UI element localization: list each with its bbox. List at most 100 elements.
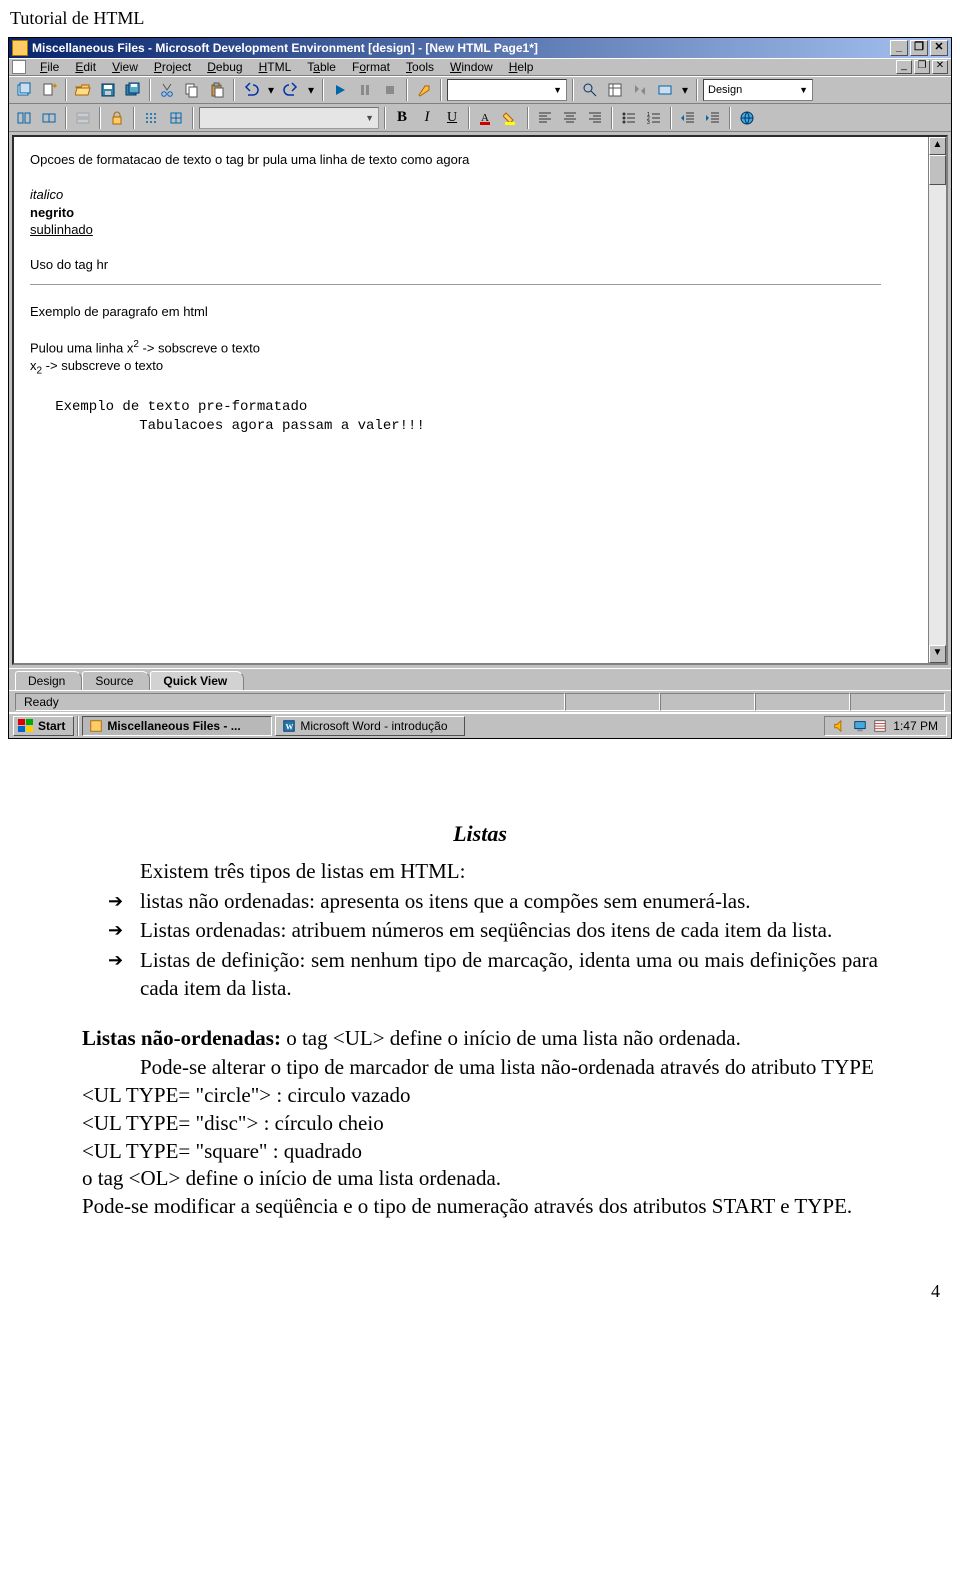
- breakpoint-icon[interactable]: [413, 79, 435, 101]
- editor-viewport[interactable]: Opcoes de formatacao de texto o tag br p…: [12, 135, 948, 665]
- number-list-icon[interactable]: 123: [643, 107, 665, 129]
- close-button[interactable]: ✕: [930, 40, 948, 56]
- start-icon[interactable]: [329, 79, 351, 101]
- tray-clock: 1:47 PM: [893, 719, 938, 733]
- save-all-icon[interactable]: [122, 79, 144, 101]
- menu-html[interactable]: HTML: [251, 59, 300, 75]
- tray-volume-icon[interactable]: [833, 719, 847, 733]
- align-right-icon[interactable]: [584, 107, 606, 129]
- status-cell: [850, 693, 945, 711]
- italic-button[interactable]: I: [416, 107, 438, 129]
- pause-icon[interactable]: [354, 79, 376, 101]
- align-table-icon[interactable]: [13, 107, 35, 129]
- menu-debug[interactable]: Debug: [199, 59, 250, 75]
- bullet-list-icon[interactable]: [618, 107, 640, 129]
- status-cell: [660, 693, 755, 711]
- taskbar-app-ide[interactable]: Miscellaneous Files - ...: [82, 716, 272, 736]
- paste-icon[interactable]: [206, 79, 228, 101]
- backcolor-icon[interactable]: [500, 107, 522, 129]
- svg-text:3: 3: [647, 120, 650, 126]
- undo-drop-icon[interactable]: ▾: [265, 79, 277, 101]
- standard-toolbar: ✦ ▾ ▾ ▼ ▾ Design ▼: [9, 76, 951, 104]
- tray-task-icon[interactable]: [873, 719, 887, 733]
- vertical-scrollbar[interactable]: ▲ ▼: [928, 137, 946, 663]
- windows-logo-icon: [18, 719, 34, 733]
- open-icon[interactable]: [72, 79, 94, 101]
- stop-icon[interactable]: [379, 79, 401, 101]
- view-mode-dropdown[interactable]: Design ▼: [703, 79, 813, 101]
- ul-type-disc: <UL TYPE= "disc"> : círculo cheio: [82, 1110, 878, 1138]
- insert-row-icon[interactable]: [72, 107, 94, 129]
- maximize-button[interactable]: ❐: [910, 40, 928, 56]
- lock-icon[interactable]: [106, 107, 128, 129]
- menu-project[interactable]: Project: [146, 59, 199, 75]
- new-project-icon[interactable]: [13, 79, 35, 101]
- add-item-icon[interactable]: ✦: [38, 79, 60, 101]
- svg-text:W: W: [286, 723, 294, 732]
- tab-design[interactable]: Design: [15, 671, 82, 690]
- scroll-up-icon[interactable]: ▲: [929, 137, 946, 155]
- menu-window[interactable]: Window: [442, 59, 501, 75]
- start-button[interactable]: Start: [13, 716, 74, 736]
- properties-icon[interactable]: [604, 79, 626, 101]
- save-icon[interactable]: [97, 79, 119, 101]
- copy-icon[interactable]: [181, 79, 203, 101]
- toggle-drop-icon[interactable]: ▾: [679, 79, 691, 101]
- tab-source[interactable]: Source: [82, 671, 150, 690]
- undo-icon[interactable]: [240, 79, 262, 101]
- minimize-button[interactable]: _: [890, 40, 908, 56]
- scroll-thumb[interactable]: [929, 155, 946, 185]
- find-icon[interactable]: [579, 79, 601, 101]
- ed-para-ex: Exemplo de paragrafo em html: [30, 303, 926, 321]
- scroll-down-icon[interactable]: ▼: [929, 645, 946, 663]
- taskbar-app-word[interactable]: W Microsoft Word - introdução: [275, 716, 465, 736]
- find-dropdown[interactable]: ▼: [447, 79, 567, 101]
- status-bar: Ready: [9, 690, 951, 712]
- document-body: Listas Existem três tipos de listas em H…: [0, 739, 960, 1251]
- snap-grid-icon[interactable]: [140, 107, 162, 129]
- mdi-minimize-button[interactable]: _: [896, 60, 912, 74]
- ide-window: Miscellaneous Files - Microsoft Developm…: [8, 37, 952, 739]
- grid-icon[interactable]: [165, 107, 187, 129]
- titlebar: Miscellaneous Files - Microsoft Developm…: [9, 38, 951, 58]
- tab-quickview[interactable]: Quick View: [150, 671, 244, 690]
- tray-display-icon[interactable]: [853, 719, 867, 733]
- ed-underline: sublinhado: [30, 221, 926, 239]
- view-mode-text: Design: [708, 84, 742, 96]
- bold-button[interactable]: B: [391, 107, 413, 129]
- taskbar: Start Miscellaneous Files - ... W Micros…: [9, 712, 951, 738]
- ed-hr: [30, 284, 881, 285]
- menu-edit[interactable]: Edit: [67, 59, 104, 75]
- underline-button[interactable]: U: [441, 107, 463, 129]
- link-icon[interactable]: [736, 107, 758, 129]
- align-left-icon[interactable]: [534, 107, 556, 129]
- mdi-close-button[interactable]: ✕: [932, 60, 948, 74]
- system-tray: 1:47 PM: [824, 716, 947, 736]
- cut-icon[interactable]: [156, 79, 178, 101]
- toggle-icon[interactable]: [654, 79, 676, 101]
- menu-format[interactable]: Format: [344, 59, 398, 75]
- style-dropdown[interactable]: ▼: [199, 107, 379, 129]
- menu-file[interactable]: File: [32, 59, 67, 75]
- menu-table[interactable]: Table: [299, 59, 344, 75]
- menu-tools[interactable]: Tools: [398, 59, 442, 75]
- app-icon: [12, 40, 28, 56]
- indent-icon[interactable]: [702, 107, 724, 129]
- align-center-icon[interactable]: [559, 107, 581, 129]
- redo-icon[interactable]: [280, 79, 302, 101]
- outdent-icon[interactable]: [677, 107, 699, 129]
- forecolor-icon[interactable]: A: [475, 107, 497, 129]
- intro-line: Existem três tipos de listas em HTML:: [82, 858, 878, 886]
- toolbox-icon[interactable]: [629, 79, 651, 101]
- page-header: Tutorial de HTML: [0, 0, 960, 33]
- split-cell-icon[interactable]: [38, 107, 60, 129]
- mdi-restore-button[interactable]: ❐: [914, 60, 930, 74]
- redo-drop-icon[interactable]: ▾: [305, 79, 317, 101]
- menu-view[interactable]: View: [104, 59, 146, 75]
- editor-tabstrip: Design Source Quick View: [9, 668, 951, 690]
- bullet-item: Listas de definição: sem nenhum tipo de …: [108, 947, 878, 1002]
- ol-line2: Pode-se modificar a seqüência e o tipo d…: [82, 1193, 878, 1221]
- ed-intro: Opcoes de formatacao de texto o tag br p…: [30, 151, 926, 169]
- ed-pre-block: Exemplo de texto pre-formatado Tabulacoe…: [30, 398, 926, 436]
- menu-help[interactable]: Help: [501, 59, 542, 75]
